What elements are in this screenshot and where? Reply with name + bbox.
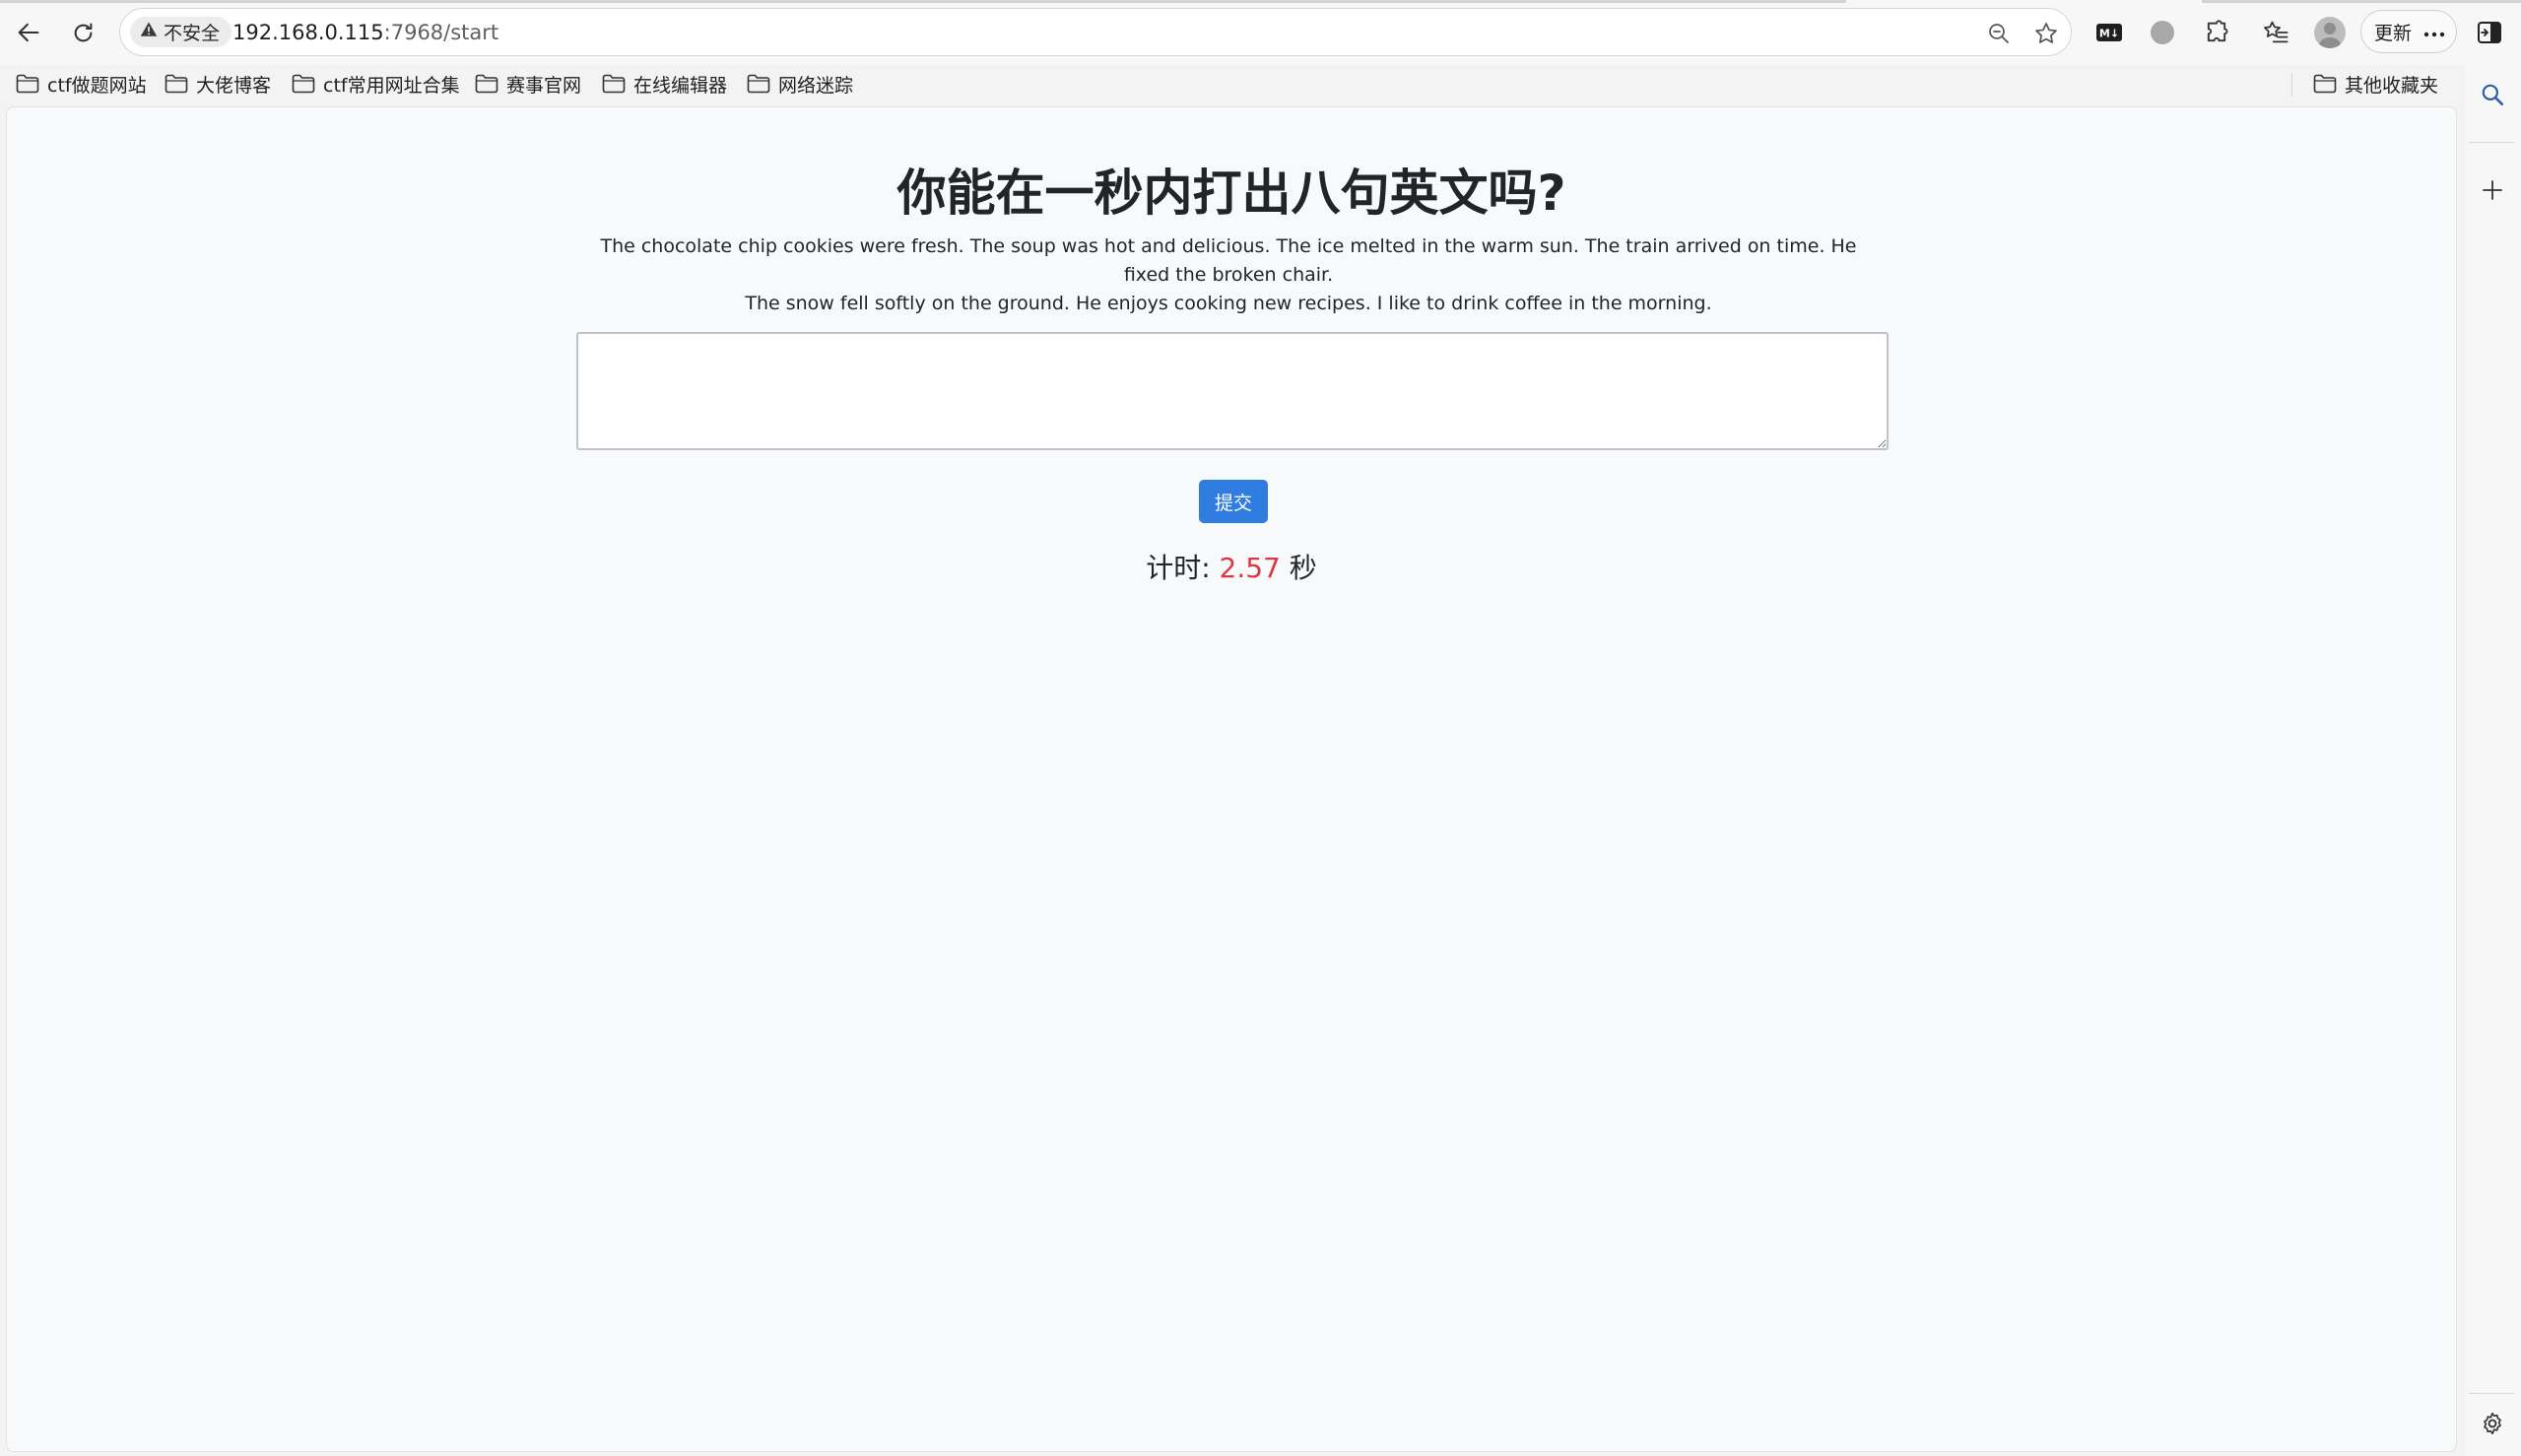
search-icon[interactable] (2476, 78, 2509, 111)
bookmark-ctf-links[interactable]: ctf常用网址合集 (292, 69, 460, 99)
profile-avatar[interactable] (2313, 16, 2347, 49)
sidebar-toggle-icon[interactable] (2475, 18, 2504, 47)
update-label: 更新 (2374, 22, 2413, 44)
sidebar-separator (2469, 1393, 2514, 1394)
folder-icon (475, 74, 498, 94)
bookmark-label: 大佬博客 (196, 74, 272, 97)
folder-icon (165, 74, 188, 94)
site-info-button[interactable]: 不安全 (130, 17, 232, 47)
timer: 计时: 2.57 秒 (7, 549, 2456, 588)
sentences-prompt: The chocolate chip cookies were fresh. T… (575, 232, 1882, 318)
url-path: :7968/start (383, 21, 499, 44)
bookmark-other-favorites[interactable]: 其他收藏夹 (2313, 69, 2438, 99)
folder-icon (16, 74, 39, 94)
plus-icon[interactable] (2476, 173, 2509, 207)
timer-label: 计时: (1146, 552, 1211, 584)
sidebar-separator (2469, 142, 2514, 143)
zoom-out-icon[interactable] (1985, 20, 2012, 46)
folder-icon (292, 74, 315, 94)
folder-icon (2313, 74, 2337, 94)
answer-textarea[interactable] (576, 332, 1889, 450)
favorites-icon[interactable] (2260, 17, 2291, 48)
bookmark-blogs[interactable]: 大佬博客 (165, 69, 271, 99)
gear-icon[interactable] (2476, 1407, 2509, 1440)
bookmark-label: ctf做题网站 (47, 74, 147, 97)
bookmark-contests[interactable]: 赛事官网 (475, 69, 581, 99)
browser-toolbar: 不安全 192.168.0.115:7968/start M↓ 更新 (0, 0, 2521, 65)
submit-button[interactable]: 提交 (1199, 480, 1268, 523)
bookmarks-divider (2291, 73, 2292, 97)
reload-icon[interactable] (66, 16, 100, 49)
edge-sidebar (2465, 65, 2521, 1456)
bookmark-label: 其他收藏夹 (2345, 74, 2439, 97)
sentences-line-2: The snow fell softly on the ground. He e… (745, 293, 1712, 314)
web-page: 你能在一秒内打出八句英文吗? The chocolate chip cookie… (6, 106, 2457, 1452)
insecure-label: 不安全 (164, 23, 221, 44)
bookmark-label: 赛事官网 (506, 74, 582, 97)
warning-icon (140, 21, 158, 43)
svg-text:M↓: M↓ (2099, 28, 2119, 40)
bookmark-editors[interactable]: 在线编辑器 (602, 69, 727, 99)
markdown-extension-icon[interactable]: M↓ (2094, 19, 2124, 46)
timer-value: 2.57 (1219, 552, 1281, 584)
puzzle-icon[interactable] (2201, 17, 2232, 48)
back-arrow-icon[interactable] (12, 16, 45, 49)
url-host: 192.168.0.115 (232, 21, 384, 44)
tab-strip-line (0, 0, 1846, 3)
address-bar[interactable]: 不安全 192.168.0.115:7968/start (119, 8, 2072, 56)
bookmark-label: 在线编辑器 (633, 74, 728, 97)
bookmark-osint[interactable]: 网络迷踪 (747, 69, 853, 99)
star-icon[interactable] (2032, 20, 2059, 46)
bookmarks-bar: ctf做题网站 大佬博客 ctf常用网址合集 赛事官网 在线编辑器 网络迷踪 其… (0, 65, 2463, 104)
folder-icon (747, 74, 770, 94)
page-title: 你能在一秒内打出八句英文吗? (896, 165, 1566, 222)
bookmark-label: ctf常用网址合集 (323, 74, 460, 97)
timer-unit: 秒 (1289, 552, 1317, 584)
tab-strip-line-right (2202, 0, 2521, 3)
bookmark-label: 网络迷踪 (778, 74, 854, 97)
more-icon[interactable] (2423, 21, 2445, 42)
bookmark-ctf-sites[interactable]: ctf做题网站 (16, 69, 147, 99)
sentences-line-1: The chocolate chip cookies were fresh. T… (600, 235, 1857, 286)
url-text[interactable]: 192.168.0.115:7968/start (232, 19, 498, 46)
update-button[interactable]: 更新 (2360, 10, 2457, 53)
folder-icon (602, 74, 626, 94)
circle-extension-icon[interactable] (2148, 18, 2177, 47)
